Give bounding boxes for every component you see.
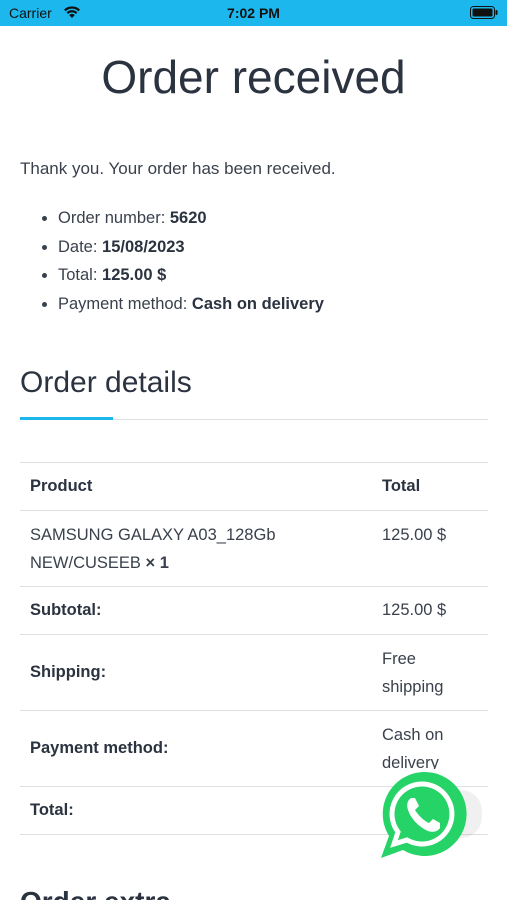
- subtotal-value: 125.00 $: [368, 586, 488, 635]
- order-total-item: Total: 125.00 $: [58, 261, 324, 290]
- table-row: Shipping: Free shipping: [20, 634, 488, 711]
- order-date-item: Date: 15/08/2023: [58, 233, 324, 262]
- order-number-item: Order number: 5620: [58, 204, 324, 233]
- table-row: Subtotal: 125.00 $: [20, 586, 488, 635]
- product-total: 125.00 $: [368, 510, 488, 587]
- status-bar: Carrier 7:02 PM: [0, 0, 507, 26]
- product-cell: SAMSUNG GALAXY A03_128Gb NEW/CUSEEB × 1: [20, 510, 368, 587]
- status-time: 7:02 PM: [227, 5, 280, 21]
- order-number: 5620: [169, 209, 207, 227]
- payment-method: Cash on delivery: [191, 294, 324, 313]
- table-row: SAMSUNG GALAXY A03_128Gb NEW/CUSEEB × 1 …: [20, 510, 488, 587]
- whatsapp-icon: [381, 771, 467, 858]
- subtotal-label: Subtotal:: [20, 586, 368, 635]
- shipping-value: Free shipping: [368, 634, 488, 711]
- order-details-title: Order details: [20, 366, 192, 399]
- order-overview: Order number: 5620 Date: 15/08/2023 Tota…: [20, 204, 324, 318]
- column-header-total: Total: [368, 462, 488, 511]
- shipping-label: Shipping:: [20, 634, 368, 711]
- total-row-label: Total:: [20, 786, 368, 835]
- product-quantity: × 1: [145, 554, 169, 572]
- battery-icon: [470, 6, 498, 22]
- order-total: 125.00 $: [102, 266, 167, 284]
- section-accent-bar: [20, 417, 113, 420]
- payment-method-item: Payment method: Cash on delivery: [58, 290, 324, 319]
- page-title: Order received: [101, 51, 406, 103]
- order-date: 15/08/2023: [102, 237, 185, 256]
- thank-you-message: Thank you. Your order has been received.: [20, 159, 336, 178]
- order-extra-title: Order extra: [20, 886, 171, 900]
- table-header-row: Product Total: [20, 462, 488, 511]
- payment-method-label: Payment method:: [58, 294, 192, 313]
- whatsapp-button[interactable]: [378, 770, 468, 860]
- order-total-label: Total:: [58, 266, 103, 284]
- payment-method-row-text: Cash on delivery: [382, 726, 444, 769]
- order-number-label: Order number:: [58, 209, 170, 227]
- page-content: Order received Thank you. Your order has…: [0, 26, 507, 900]
- payment-method-row-label: Payment method:: [20, 710, 368, 787]
- column-header-product: Product: [20, 462, 368, 511]
- order-date-label: Date:: [58, 237, 103, 256]
